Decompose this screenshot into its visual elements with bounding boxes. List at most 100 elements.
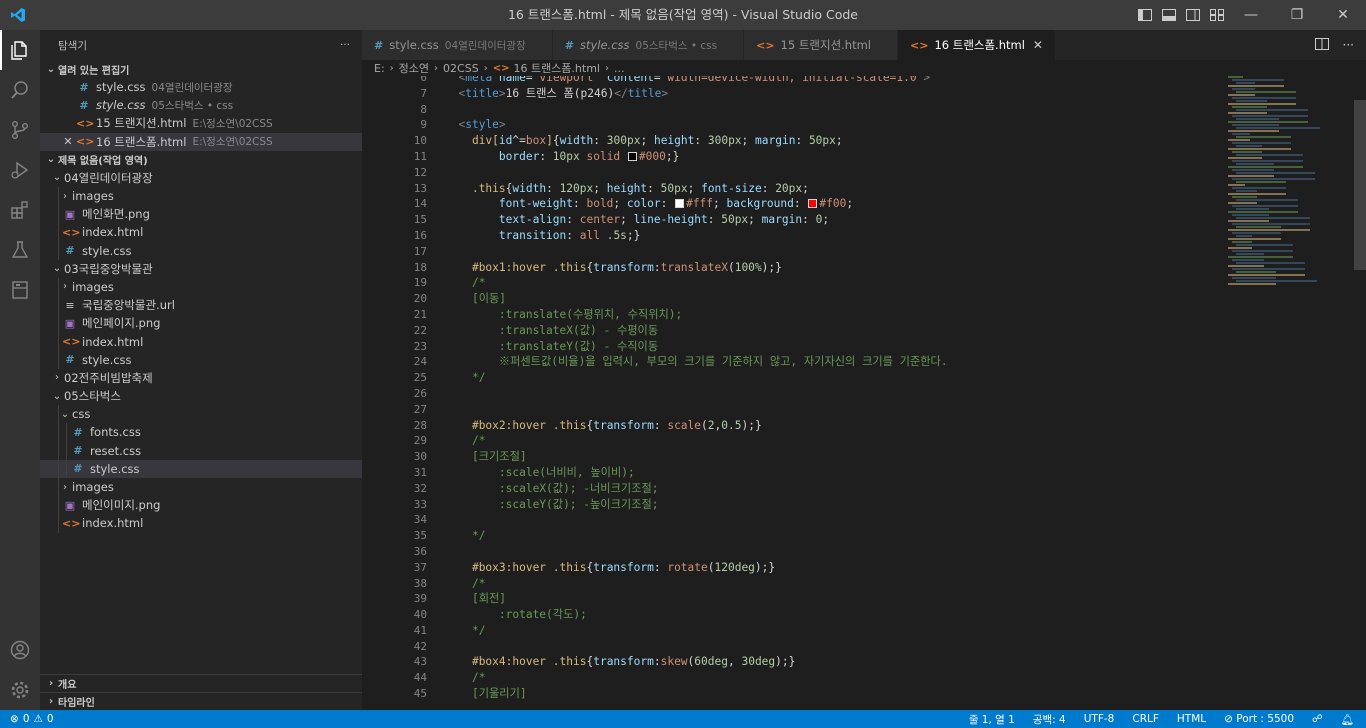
- open-editor-item[interactable]: ✕ <> 16 트랜스폼.html E:\정소연\02CSS: [40, 132, 362, 151]
- error-icon[interactable]: ⊗: [10, 713, 19, 725]
- encoding[interactable]: UTF-8: [1084, 713, 1115, 725]
- color-swatch[interactable]: [808, 199, 818, 209]
- code-line[interactable]: /*: [445, 670, 1225, 686]
- folder-item[interactable]: › images: [40, 277, 362, 297]
- breadcrumb-item[interactable]: 02CSS: [443, 62, 479, 75]
- file-item[interactable]: <> index.html: [40, 223, 362, 242]
- editor-tab[interactable]: # style.css 04열린데이터광장: [362, 30, 553, 60]
- open-editors-section[interactable]: ⌄ 열려 있는 편집기: [40, 60, 362, 78]
- folder-item[interactable]: ⌄ 05스타벅스: [40, 387, 362, 405]
- code-line[interactable]: :translateX(값) - 수평이동: [445, 323, 1225, 339]
- end-of-line[interactable]: CRLF: [1132, 713, 1159, 725]
- code-line[interactable]: <title>16 트랜스 폼(p246)</title>: [445, 86, 1225, 102]
- code-line[interactable]: [445, 386, 1225, 402]
- folder-item[interactable]: ⌄ css: [40, 405, 362, 424]
- code-line[interactable]: [445, 639, 1225, 655]
- code-line[interactable]: #box1:hover .this{transform:translateX(1…: [445, 260, 1225, 276]
- code-line[interactable]: [445, 544, 1225, 560]
- folder-item[interactable]: ⌄ 03국립중앙박물관: [40, 260, 362, 278]
- split-editor-icon[interactable]: [1314, 37, 1329, 53]
- code-line[interactable]: [445, 402, 1225, 418]
- toggle-secondary-sidebar-icon[interactable]: [1184, 6, 1202, 24]
- editor-tab[interactable]: # style.css 05스타벅스 • css: [552, 30, 745, 60]
- file-item[interactable]: <> index.html: [40, 514, 362, 533]
- warning-count[interactable]: 0: [47, 713, 54, 725]
- code-line[interactable]: #box2:hover .this{transform: scale(2,0.5…: [445, 418, 1225, 434]
- code-line[interactable]: :scaleX(값); -너비크기조절;: [445, 481, 1225, 497]
- code-line[interactable]: font-weight: bold; color: #fff; backgrou…: [445, 196, 1225, 212]
- file-item[interactable]: ▣ 메인화면.png: [40, 205, 362, 224]
- toggle-panel-icon[interactable]: [1160, 6, 1178, 24]
- code-line[interactable]: border: 10px solid #000;}: [445, 149, 1225, 165]
- code-content[interactable]: <meta name="viewport" content="width=dev…: [445, 76, 1225, 704]
- color-swatch[interactable]: [675, 199, 685, 209]
- more-actions-icon[interactable]: ···: [1343, 38, 1354, 52]
- code-line[interactable]: [445, 512, 1225, 528]
- code-line[interactable]: div[id^=box]{width: 300px; height: 300px…: [445, 133, 1225, 149]
- code-line[interactable]: [445, 244, 1225, 260]
- code-line[interactable]: ※퍼센트값(비율)을 입력시, 부모의 크기를 기준하지 않고, 자기자신의 크…: [445, 354, 1225, 370]
- more-actions-icon[interactable]: ···: [340, 39, 350, 51]
- folder-item[interactable]: › 02전주비빔밥축제: [40, 369, 362, 387]
- file-item[interactable]: # style.css: [40, 350, 362, 369]
- remote-explorer-icon[interactable]: [0, 270, 40, 310]
- open-editor-item[interactable]: # style.css 04열린데이터광장: [40, 78, 362, 96]
- code-line[interactable]: transition: all .5s;}: [445, 228, 1225, 244]
- code-line[interactable]: <style>: [445, 117, 1225, 133]
- file-item[interactable]: ▣ 메인페이지.png: [40, 314, 362, 333]
- breadcrumb-item[interactable]: ...: [614, 62, 625, 75]
- source-control-icon[interactable]: [0, 110, 40, 150]
- folder-item[interactable]: › images: [40, 477, 362, 497]
- code-line[interactable]: [445, 102, 1225, 118]
- file-item[interactable]: ≡ 국립중앙박물관.url: [40, 296, 362, 315]
- vertical-scrollbar[interactable]: [1354, 100, 1366, 270]
- code-line[interactable]: .this{width: 120px; height: 50px; font-s…: [445, 181, 1225, 197]
- breadcrumb-item[interactable]: E:: [374, 62, 385, 75]
- minimap[interactable]: [1228, 76, 1348, 306]
- feedback-icon[interactable]: ☍: [1312, 713, 1323, 725]
- code-line[interactable]: */: [445, 370, 1225, 386]
- code-line[interactable]: /*: [445, 275, 1225, 291]
- folder-item[interactable]: › images: [40, 186, 362, 206]
- error-count[interactable]: 0: [23, 713, 30, 725]
- testing-flask-icon[interactable]: [0, 230, 40, 270]
- file-item[interactable]: ▣ 메인이미지.png: [40, 496, 362, 515]
- extensions-icon[interactable]: [0, 190, 40, 230]
- file-item[interactable]: # style.css: [40, 241, 362, 260]
- code-line[interactable]: [회전]: [445, 591, 1225, 607]
- close-icon[interactable]: ✕: [60, 135, 76, 148]
- breadcrumb-item[interactable]: 정소연: [399, 60, 429, 76]
- color-swatch[interactable]: [627, 151, 637, 161]
- file-item[interactable]: <> index.html: [40, 332, 362, 351]
- open-editor-item[interactable]: # style.css 05스타벅스 • css: [40, 96, 362, 114]
- file-item[interactable]: # fonts.css: [40, 423, 362, 442]
- code-line[interactable]: [이동]: [445, 291, 1225, 307]
- code-line[interactable]: text-align: center; line-height: 50px; m…: [445, 212, 1225, 228]
- close-window-icon[interactable]: ✕: [1320, 0, 1366, 30]
- code-line[interactable]: [기울리기]: [445, 686, 1225, 702]
- code-line[interactable]: :rotate(각도);: [445, 607, 1225, 623]
- run-debug-icon[interactable]: [0, 150, 40, 190]
- cursor-position[interactable]: 줄 1, 열 1: [969, 712, 1015, 727]
- gear-icon[interactable]: [0, 670, 40, 710]
- code-line[interactable]: #box3:hover .this{transform: rotate(120d…: [445, 560, 1225, 576]
- indentation[interactable]: 공백: 4: [1033, 712, 1066, 727]
- code-line[interactable]: :translateY(값) - 수직이동: [445, 339, 1225, 355]
- language-mode[interactable]: HTML: [1177, 713, 1206, 725]
- close-icon[interactable]: ✕: [1033, 38, 1043, 52]
- code-line[interactable]: <meta name="viewport" content="width=dev…: [445, 76, 1225, 86]
- live-server-port[interactable]: ⊘ Port : 5500: [1224, 713, 1294, 725]
- breadcrumb-item[interactable]: 16 트랜스폼.html: [513, 60, 600, 76]
- restore-icon[interactable]: ❐: [1274, 0, 1320, 30]
- code-line[interactable]: :scale(너비비, 높이비);: [445, 465, 1225, 481]
- file-item[interactable]: # style.css: [40, 459, 362, 478]
- code-line[interactable]: :translate(수평위치, 수직위치);: [445, 307, 1225, 323]
- editor-tab[interactable]: <> 16 트랜스폼.html ✕: [898, 30, 1056, 60]
- code-line[interactable]: */: [445, 528, 1225, 544]
- outline-section[interactable]: › 개요: [40, 674, 362, 692]
- code-line[interactable]: #box4:hover .this{transform:skew(60deg, …: [445, 654, 1225, 670]
- folder-item[interactable]: ⌄ 04열린데이터광장: [40, 169, 362, 187]
- code-line[interactable]: */: [445, 623, 1225, 639]
- code-line[interactable]: /*: [445, 433, 1225, 449]
- code-line[interactable]: :scaleY(값); -높이크기조절;: [445, 497, 1225, 513]
